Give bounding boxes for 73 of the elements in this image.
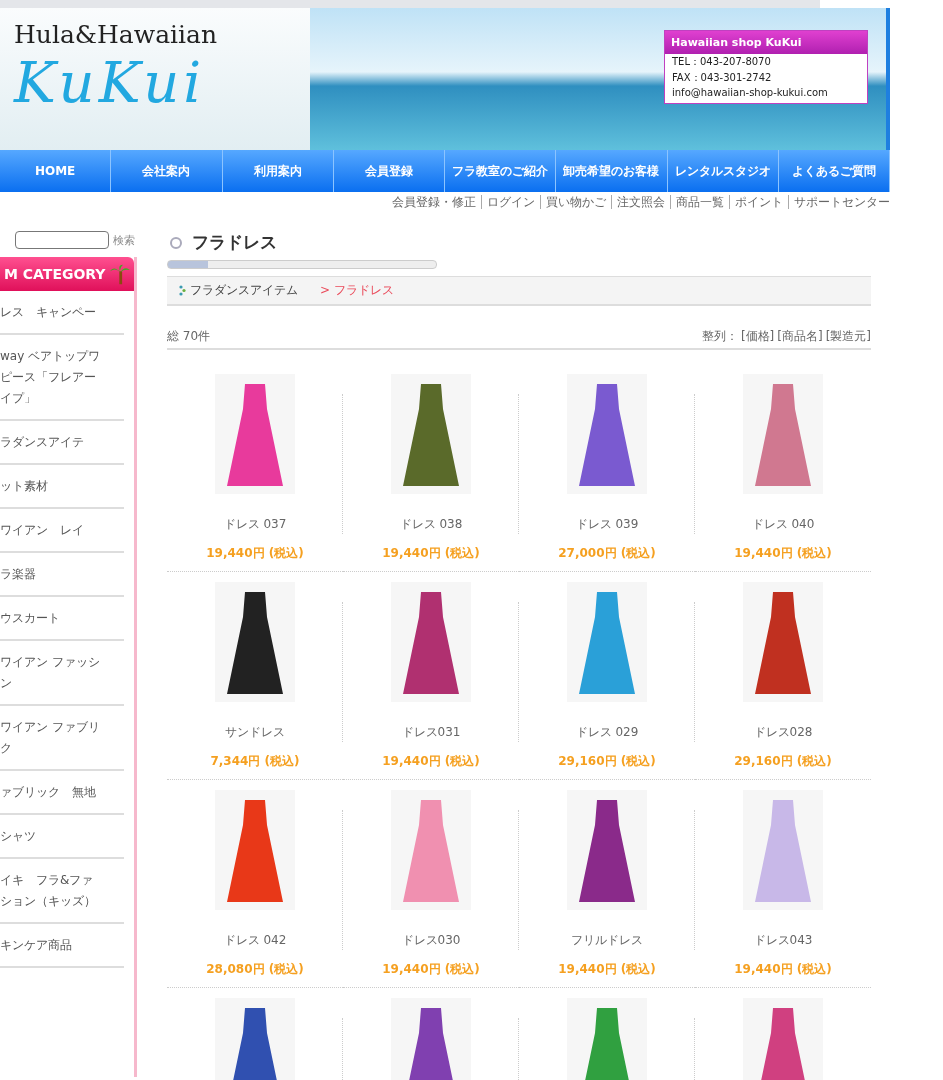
sort-link[interactable]: [製造元] <box>825 328 871 345</box>
category-link[interactable]: ワイアン ファッシ ン <box>0 641 124 706</box>
contact-line: FAX：043-301-2742 <box>671 71 773 85</box>
logo-tagline: Hula&Hawaiian <box>14 20 219 49</box>
product-price: 19,440円 (税込) <box>206 545 304 562</box>
product-price: 27,000円 (税込) <box>558 545 656 562</box>
product-name[interactable]: ドレス 039 <box>575 516 639 533</box>
search-button[interactable]: 検索 <box>113 232 135 248</box>
nav-item[interactable]: HOME <box>0 150 112 192</box>
header-link[interactable]: ログイン <box>482 195 541 209</box>
product-price: 7,344円 (税込) <box>210 753 300 770</box>
product-price: 28,080円 (税込) <box>206 961 304 978</box>
contact-line: info@hawaiian-shop-kukui.com <box>671 86 829 100</box>
category-link[interactable]: ァブリック 無地 <box>0 771 124 815</box>
category-link[interactable]: way ベアトップワ ピース「フレアー イプ」 <box>0 335 124 421</box>
category-link[interactable]: ラ楽器 <box>0 553 124 597</box>
product-name[interactable]: サンドレス <box>225 724 285 741</box>
product-price: 29,160円 (税込) <box>558 753 656 770</box>
category-link[interactable]: ワイアン ファブリ ク <box>0 706 124 771</box>
search-field[interactable] <box>15 231 109 249</box>
product-price: 19,440円 (税込) <box>558 961 656 978</box>
contact-line: TEL：043-207-8070 <box>671 55 772 69</box>
nav-item[interactable]: よくあるご質問 <box>778 150 890 192</box>
breadcrumb-icon <box>179 285 186 296</box>
nav-item[interactable]: 会社案内 <box>111 150 223 192</box>
palm-tree-icon <box>109 263 130 285</box>
product-price: 19,440円 (税込) <box>382 753 480 770</box>
contact-title: Hawaiian shop KuKui <box>665 31 867 54</box>
breadcrumb-link[interactable]: フラダンスアイテム <box>179 282 298 299</box>
product-price: 19,440円 (税込) <box>382 545 480 562</box>
nav-item[interactable]: 会員登録 <box>333 150 445 192</box>
page-title: フラドレス <box>192 231 277 254</box>
product-name[interactable]: ドレス028 <box>753 724 813 741</box>
dress-photo-placeholder[interactable] <box>567 790 647 910</box>
sort-link[interactable]: [価格] <box>740 328 775 345</box>
header-link[interactable]: ポイント <box>730 195 789 209</box>
category-link[interactable]: ット素材 <box>0 465 124 509</box>
item-count: 総 70件 <box>167 328 211 345</box>
header-link[interactable]: 商品一覧 <box>671 195 730 209</box>
category-link[interactable]: シャツ <box>0 815 124 859</box>
category-link[interactable]: レス キャンペー <box>0 291 124 335</box>
header-link[interactable]: 買い物かご <box>541 195 612 209</box>
nav-item[interactable]: 卸売希望のお客様 <box>556 150 668 192</box>
sort-label: 整列： <box>701 328 738 345</box>
product-price: 19,440円 (税込) <box>734 961 832 978</box>
bullet-icon <box>170 236 182 249</box>
product-name[interactable]: ドレス 029 <box>575 724 639 741</box>
product-price: 29,160円 (税込) <box>734 753 832 770</box>
sort-link[interactable]: [商品名] <box>777 328 823 345</box>
header-link[interactable]: サポートセンター <box>789 195 890 209</box>
nav-item[interactable]: レンタルスタジオ <box>667 150 779 192</box>
category-link[interactable]: イキ フラ&ファ ション（キッズ） <box>0 859 124 924</box>
category-link[interactable]: ウスカート <box>0 597 124 641</box>
product-price: 19,440円 (税込) <box>734 545 832 562</box>
category-link[interactable]: キンケア商品 <box>0 924 124 968</box>
dress-photo-placeholder[interactable] <box>215 582 295 702</box>
category-title: M CATEGORY <box>4 266 106 282</box>
product-name[interactable]: ドレス043 <box>753 932 813 949</box>
category-link[interactable]: ラダンスアイテ <box>0 421 124 465</box>
product-name[interactable]: ドレス030 <box>401 932 461 949</box>
category-link[interactable]: ワイアン レイ <box>0 509 124 553</box>
product-name[interactable]: ドレス031 <box>401 724 461 741</box>
product-price: 19,440円 (税込) <box>382 961 480 978</box>
product-name[interactable]: ドレス 042 <box>223 932 287 949</box>
product-name[interactable]: ドレス 038 <box>399 516 463 533</box>
nav-item[interactable]: 利用案内 <box>222 150 334 192</box>
header-link[interactable]: 注文照会 <box>612 195 671 209</box>
product-name[interactable]: ドレス 040 <box>751 516 815 533</box>
header-link[interactable]: 会員登録・修正 <box>387 195 482 209</box>
breadcrumb-current: > フラドレス <box>320 282 394 299</box>
nav-item[interactable]: フラ教室のご紹介 <box>445 150 557 192</box>
product-name[interactable]: フリルドレス <box>571 932 643 949</box>
product-name[interactable]: ドレス 037 <box>223 516 287 533</box>
